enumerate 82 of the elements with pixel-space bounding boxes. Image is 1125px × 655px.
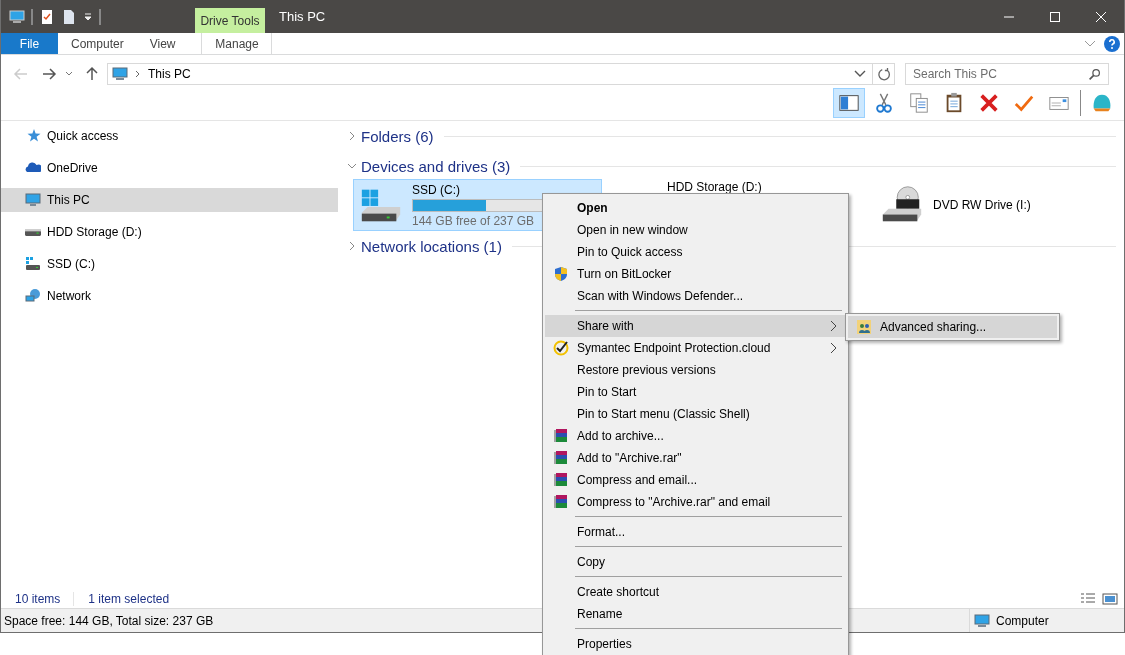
selection-count: 1 item selected: [88, 591, 170, 606]
menu-item[interactable]: Format...: [545, 521, 846, 543]
dropdown-icon[interactable]: [854, 70, 866, 78]
books-stack-icon: [553, 450, 569, 466]
free-space-text: 144 GB free of 237 GB: [412, 213, 536, 228]
menu-item[interactable]: Add to archive...: [545, 425, 846, 447]
search-field[interactable]: Search This PC: [905, 63, 1109, 85]
sidebar-item[interactable]: Quick access: [1, 124, 338, 148]
item-count: 10 items: [15, 591, 61, 606]
location-label: Computer: [996, 613, 1049, 628]
menu-item[interactable]: Properties: [545, 633, 846, 655]
chevron-down-icon[interactable]: [347, 161, 357, 171]
monitor-icon: [25, 192, 41, 208]
preview-pane-button[interactable]: [833, 88, 865, 118]
menu-item[interactable]: Pin to Start menu (Classic Shell): [545, 403, 846, 425]
refresh-icon: [876, 67, 891, 81]
computer-icon[interactable]: [9, 8, 25, 25]
group-header[interactable]: Devices and drives (3): [361, 157, 511, 175]
menu-item[interactable]: Pin to Start: [545, 381, 846, 403]
checkmark-icon: [553, 340, 569, 356]
chevron-right-icon[interactable]: [347, 131, 357, 141]
recent-dropdown-icon[interactable]: [65, 70, 73, 78]
menu-item[interactable]: Pin to Quick access: [545, 241, 846, 263]
sidebar-item[interactable]: OneDrive: [1, 156, 338, 180]
drive-icon: [25, 256, 41, 272]
refresh-button[interactable]: [873, 63, 895, 85]
menu-item[interactable]: Turn on BitLocker: [545, 263, 846, 285]
menu-item[interactable]: Share with: [545, 315, 846, 337]
drive-icon: [25, 228, 41, 236]
shell-icon: [1091, 92, 1113, 114]
chevron-right-icon[interactable]: [134, 70, 142, 78]
books-stack-icon: [553, 494, 569, 510]
menu-item[interactable]: Add to "Archive.rar": [545, 447, 846, 469]
menu-item[interactable]: Create shortcut: [545, 581, 846, 603]
context-tab-label: Drive Tools: [195, 8, 265, 33]
copy-icon: [908, 92, 930, 114]
drive-tile[interactable]: DVD RW Drive (I:): [874, 179, 1074, 231]
window-title: This PC: [278, 8, 327, 26]
books-stack-icon: [553, 472, 569, 488]
monitor-icon: [112, 66, 128, 82]
sidebar-item[interactable]: SSD (C:): [1, 252, 338, 276]
scissors-icon: [873, 92, 895, 114]
large-icons-view-icon[interactable]: [1102, 590, 1118, 607]
search-icon: [1088, 68, 1101, 81]
space-info-text: Space free: 144 GB, Total size: 237 GB: [4, 613, 214, 628]
document-icon[interactable]: [61, 8, 77, 25]
menu-item[interactable]: Compress to "Archive.rar" and email: [545, 491, 846, 513]
menu-item[interactable]: Restore previous versions: [545, 359, 846, 381]
menu-item[interactable]: Scan with Windows Defender...: [545, 285, 846, 307]
address-field[interactable]: This PC: [107, 63, 873, 85]
sidebar-item[interactable]: HDD Storage (D:): [1, 220, 338, 244]
group-header[interactable]: Network locations (1): [361, 237, 502, 255]
shield-icon: [553, 266, 569, 282]
help-icon[interactable]: [1104, 35, 1120, 52]
file-tab[interactable]: File: [1, 33, 58, 54]
drive-name: SSD (C:): [412, 182, 461, 197]
chevron-right-icon[interactable]: [347, 241, 357, 251]
monitor-icon: [974, 612, 990, 629]
properties-icon[interactable]: [39, 8, 55, 25]
close-icon: [1096, 11, 1106, 22]
preview-pane-icon: [838, 92, 860, 114]
menu-item[interactable]: Copy: [545, 551, 846, 573]
drive-name: DVD RW Drive (I:): [933, 198, 1032, 212]
delete-icon: [978, 92, 1000, 114]
books-stack-icon: [553, 428, 569, 444]
ribbon-tab[interactable]: Manage: [201, 33, 273, 54]
star-icon: [25, 128, 41, 144]
dropdown-icon[interactable]: [83, 11, 93, 22]
menu-item[interactable]: Advanced sharing...: [848, 316, 1057, 338]
expand-ribbon-icon[interactable]: [1084, 39, 1096, 48]
group-header[interactable]: Folders (6): [361, 127, 434, 145]
maximize-icon: [1050, 11, 1060, 22]
users-icon: [856, 319, 872, 335]
minimize-icon: [1004, 15, 1014, 18]
forward-icon[interactable]: [41, 66, 57, 82]
menu-item[interactable]: Compress and email...: [545, 469, 846, 491]
sidebar-item[interactable]: This PC: [1, 188, 338, 212]
sidebar-item[interactable]: Network: [1, 284, 338, 308]
menu-item[interactable]: Symantec Endpoint Protection.cloud: [545, 337, 846, 359]
up-icon[interactable]: [84, 66, 100, 82]
menu-item[interactable]: Rename: [545, 603, 846, 625]
network-icon: [25, 288, 41, 304]
